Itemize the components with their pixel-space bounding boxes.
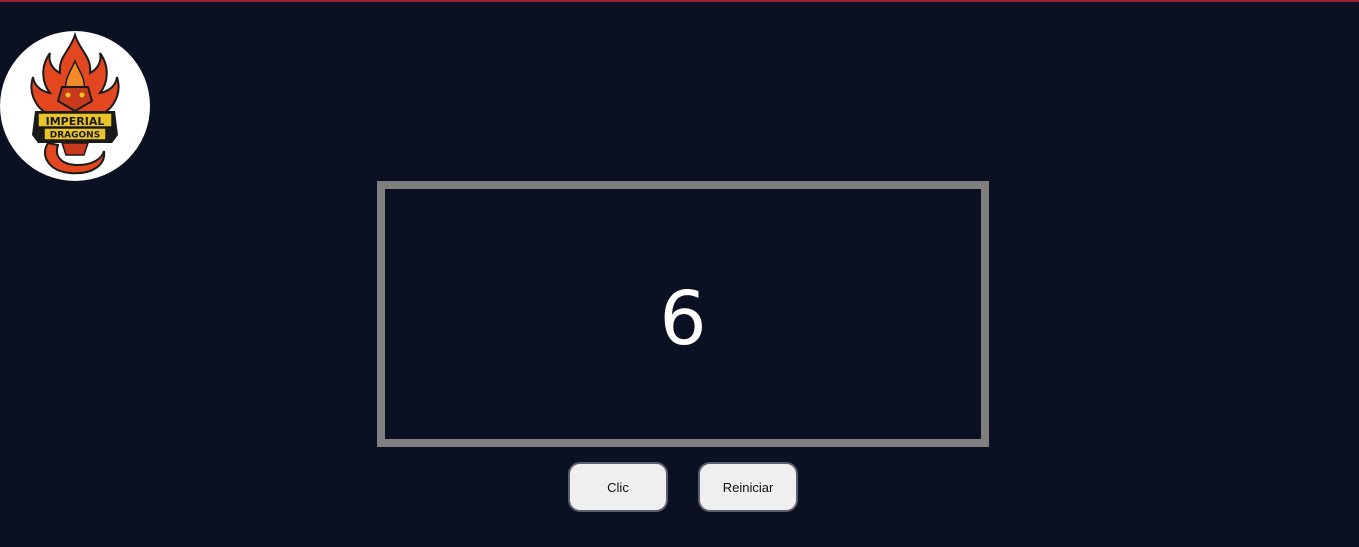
imperial-dragons-logo: IMPERIAL DRAGONS <box>0 31 150 181</box>
dragon-emblem-icon: IMPERIAL DRAGONS <box>30 31 120 175</box>
top-accent-line <box>0 0 1359 2</box>
logo-text-dragons: DRAGONS <box>50 131 100 141</box>
logo-text-imperial: IMPERIAL <box>46 115 105 128</box>
reset-button[interactable]: Reiniciar <box>698 462 798 512</box>
counter-display: 6 <box>377 181 989 447</box>
click-button[interactable]: Clic <box>568 462 668 512</box>
page: IMPERIAL DRAGONS 6 Clic Reiniciar <box>0 0 1359 547</box>
counter-value: 6 <box>659 276 707 362</box>
